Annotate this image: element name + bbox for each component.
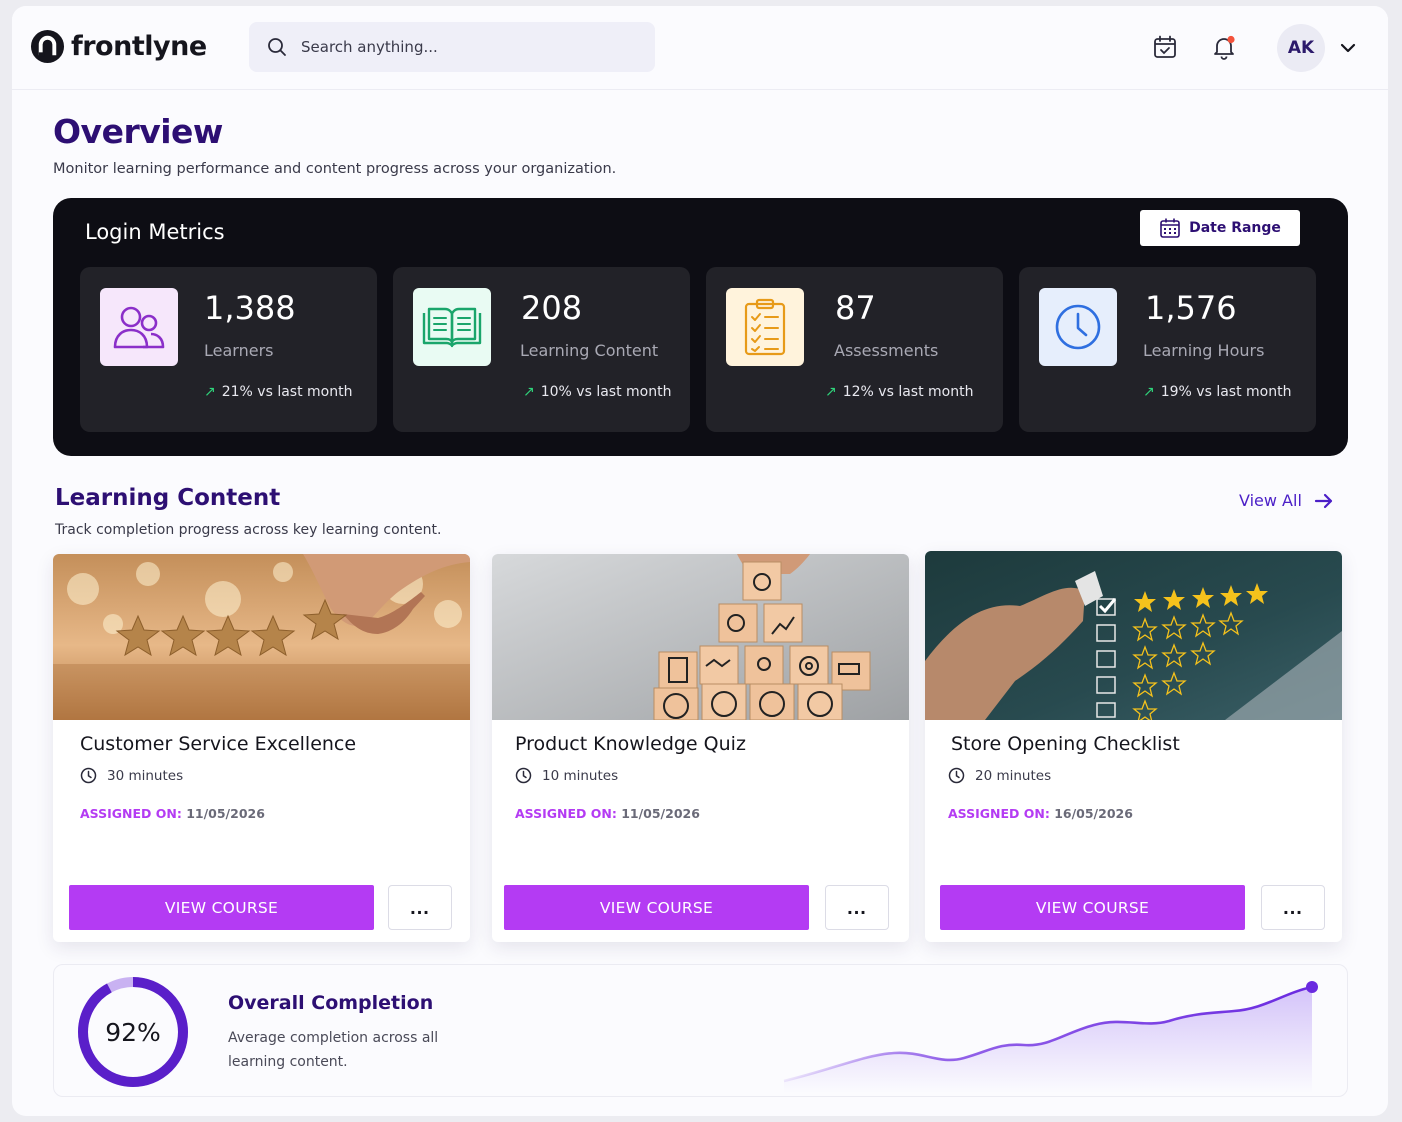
more-options-button[interactable]: ... <box>1261 885 1325 930</box>
arrow-right-icon <box>1314 493 1332 508</box>
metric-card-learning-content: 208 Learning Content ↗ 10% vs last month <box>393 267 690 432</box>
frontlyne-logo-icon <box>30 29 65 63</box>
search-input[interactable] <box>301 38 621 56</box>
course-duration: 30 minutes <box>80 767 183 784</box>
assigned-on-date: 11/05/2026 <box>621 806 700 821</box>
course-card: Customer Service Excellence 30 minutes A… <box>53 554 470 942</box>
metric-label: Learning Content <box>520 341 659 360</box>
assigned-on-key: ASSIGNED ON: <box>80 806 182 821</box>
metric-card-learning-hours: 1,576 Learning Hours ↗ 19% vs last month <box>1019 267 1316 432</box>
top-header: frontlyne AK <box>12 6 1388 90</box>
course-title: Product Knowledge Quiz <box>515 733 746 755</box>
learning-content-title: Learning Content <box>55 485 281 511</box>
course-duration: 20 minutes <box>948 767 1051 784</box>
assigned-on-date: 11/05/2026 <box>186 806 265 821</box>
trend-up-arrow-icon: ↗ <box>204 384 216 400</box>
metric-icon-tile <box>413 288 491 366</box>
metric-trend-text: 19% vs last month <box>1160 384 1292 400</box>
more-options-button[interactable]: ... <box>388 885 452 930</box>
page-title: Overview <box>53 112 223 151</box>
metric-value: 208 <box>521 289 583 327</box>
course-duration: 10 minutes <box>515 767 618 784</box>
completion-percent: 92% <box>105 1017 161 1047</box>
course-card: Store Opening Checklist 20 minutes ASSIG… <box>925 551 1342 942</box>
course-assigned-on: ASSIGNED ON: 16/05/2026 <box>948 806 1133 821</box>
brand-name: frontlyne <box>71 30 207 62</box>
course-duration-text: 20 minutes <box>975 767 1052 784</box>
metric-card-learners: 1,388 Learners ↗ 21% vs last month <box>80 267 377 432</box>
page-subtitle: Monitor learning performance and content… <box>53 161 617 177</box>
clock-icon <box>515 767 532 784</box>
metric-trend: ↗ 19% vs last month <box>1143 384 1291 400</box>
metric-trend-text: 10% vs last month <box>540 384 672 400</box>
metric-trend: ↗ 10% vs last month <box>523 384 671 400</box>
stars-rating-photo <box>53 554 470 720</box>
calendar-grid-icon <box>1160 218 1180 238</box>
trend-up-arrow-icon: ↗ <box>1143 384 1155 400</box>
course-duration-text: 10 minutes <box>542 767 619 784</box>
search-icon <box>268 38 286 56</box>
course-duration-text: 30 minutes <box>107 767 184 784</box>
search-bar[interactable] <box>249 22 655 72</box>
date-range-button[interactable]: Date Range <box>1140 210 1300 246</box>
chevron-down-icon[interactable] <box>1339 39 1357 57</box>
login-metrics-title: Login Metrics <box>85 220 225 244</box>
metric-trend-text: 21% vs last month <box>221 384 353 400</box>
metric-card-assessments: 87 Assessments ↗ 12% vs last month <box>706 267 1003 432</box>
view-course-button[interactable]: VIEW COURSE <box>69 885 374 930</box>
user-avatar[interactable]: AK <box>1277 24 1325 72</box>
brand-logo[interactable]: frontlyne <box>30 28 207 64</box>
assigned-on-date: 16/05/2026 <box>1054 806 1133 821</box>
overall-completion-panel: 92% Overall Completion Average completio… <box>53 964 1348 1097</box>
date-range-label: Date Range <box>1189 220 1281 236</box>
view-course-button[interactable]: VIEW COURSE <box>504 885 809 930</box>
metric-icon-tile <box>100 288 178 366</box>
metric-icon-tile <box>726 288 804 366</box>
assigned-on-key: ASSIGNED ON: <box>515 806 617 821</box>
sparkline-endpoint <box>1306 981 1318 993</box>
metric-label: Learners <box>204 341 274 360</box>
course-assigned-on: ASSIGNED ON: 11/05/2026 <box>80 806 265 821</box>
completion-trend-sparkline <box>783 981 1318 1093</box>
trend-up-arrow-icon: ↗ <box>523 384 535 400</box>
learning-content-subtitle: Track completion progress across key lea… <box>55 522 442 538</box>
view-all-label: View All <box>1239 491 1302 510</box>
overall-completion-title: Overall Completion <box>228 992 434 1014</box>
calendar-icon[interactable] <box>1152 34 1178 60</box>
assigned-on-key: ASSIGNED ON: <box>948 806 1050 821</box>
metric-trend: ↗ 21% vs last month <box>204 384 352 400</box>
metric-trend: ↗ 12% vs last month <box>825 384 973 400</box>
course-title: Store Opening Checklist <box>951 733 1180 755</box>
clock-icon <box>80 767 97 784</box>
view-course-button[interactable]: VIEW COURSE <box>940 885 1245 930</box>
users-icon <box>113 306 165 349</box>
notification-bell-icon[interactable] <box>1211 34 1237 60</box>
course-card: Product Knowledge Quiz 10 minutes ASSIGN… <box>492 554 909 942</box>
clock-icon <box>948 767 965 784</box>
metric-value: 1,576 <box>1145 289 1237 327</box>
metric-label: Learning Hours <box>1143 341 1265 360</box>
open-book-icon <box>422 307 482 348</box>
more-options-button[interactable]: ... <box>825 885 889 930</box>
overall-completion-subtitle: Average completion across all learning c… <box>228 1030 439 1070</box>
metric-value: 87 <box>835 289 876 327</box>
course-assigned-on: ASSIGNED ON: 11/05/2026 <box>515 806 700 821</box>
clock-icon <box>1055 304 1101 350</box>
login-metrics-panel: Login Metrics Date Range 1,388 Learners … <box>53 198 1348 456</box>
checklist-stars-photo <box>925 551 1342 720</box>
view-all-link[interactable]: View All <box>1239 491 1334 510</box>
metric-trend-text: 12% vs last month <box>842 384 974 400</box>
app-frame: frontlyne AK Overview Monitor learni <box>12 6 1388 1116</box>
course-title: Customer Service Excellence <box>80 733 357 755</box>
metric-value: 1,388 <box>204 289 296 327</box>
trend-up-arrow-icon: ↗ <box>825 384 837 400</box>
clipboard-checklist-icon <box>744 298 786 356</box>
metric-label: Assessments <box>834 341 939 360</box>
wooden-blocks-photo <box>492 554 909 720</box>
metric-icon-tile <box>1039 288 1117 366</box>
